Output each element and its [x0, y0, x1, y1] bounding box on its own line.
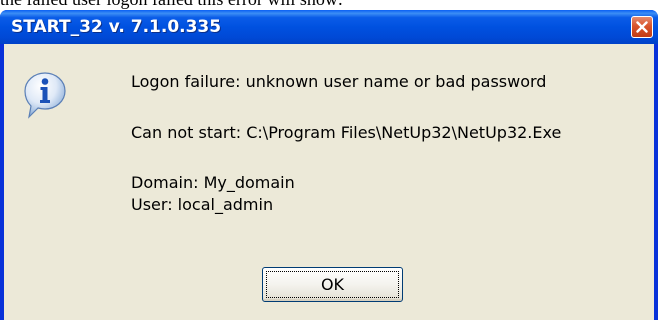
close-icon — [636, 21, 648, 33]
document-text-fragment: the failed user logon failed this error … — [0, 0, 658, 10]
close-button[interactable] — [631, 16, 653, 38]
message-dialog-window: START_32 v. 7.1.0.335 Logon failure: unk… — [0, 10, 658, 320]
window-title: START_32 v. 7.1.0.335 — [11, 17, 222, 37]
ok-button[interactable]: OK — [262, 267, 403, 302]
cannot-start-message: Can not start: C:\Program Files\NetUp32\… — [131, 123, 562, 142]
info-icon — [24, 72, 66, 119]
ok-button-label: OK — [320, 275, 345, 294]
domain-text: Domain: My_domain — [131, 173, 295, 192]
error-message: Logon failure: unknown user name or bad … — [131, 72, 547, 91]
dialog-client-area: Logon failure: unknown user name or bad … — [4, 44, 654, 320]
user-text: User: local_admin — [131, 195, 274, 214]
title-bar[interactable]: START_32 v. 7.1.0.335 — [0, 10, 658, 44]
